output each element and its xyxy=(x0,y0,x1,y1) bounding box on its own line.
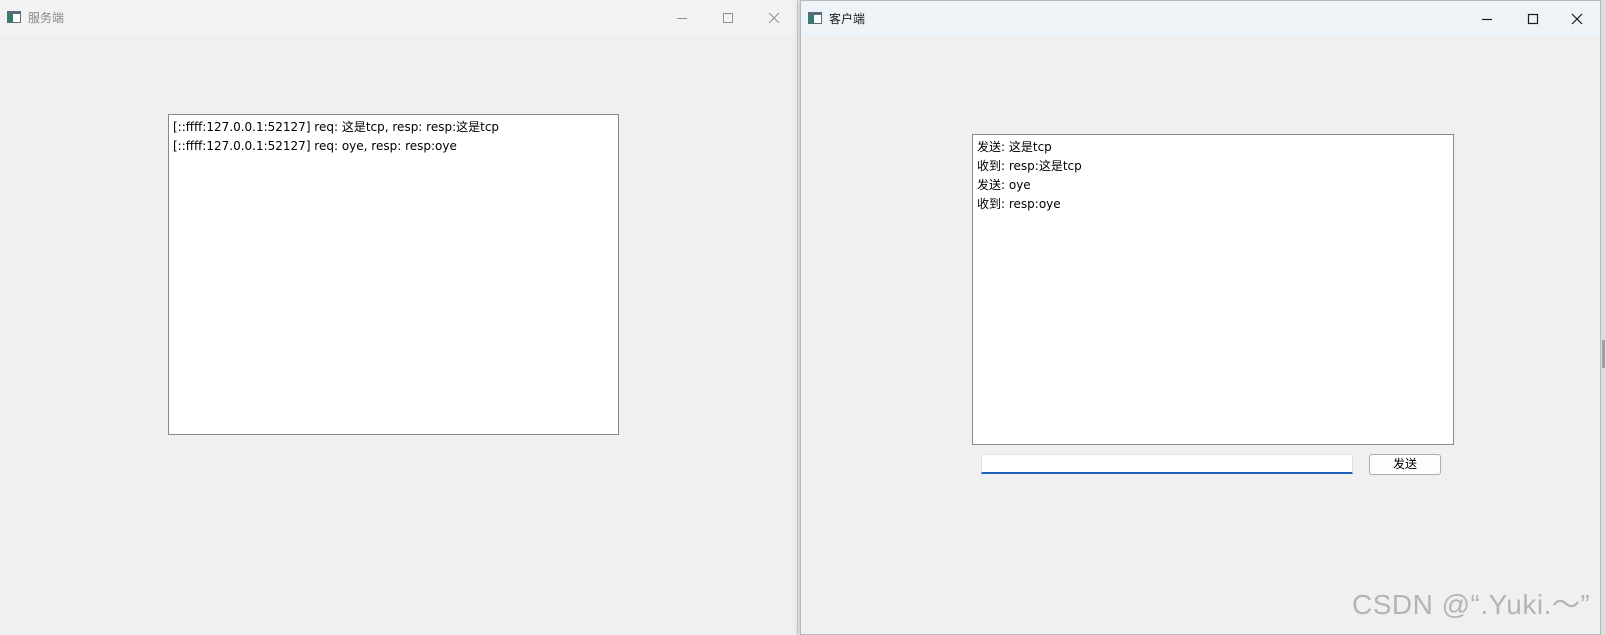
maximize-button[interactable] xyxy=(1510,1,1556,36)
log-line: 收到: resp:这是tcp xyxy=(977,159,1082,173)
log-line: [::ffff:127.0.0.1:52127] req: oye, resp:… xyxy=(173,139,457,153)
send-button[interactable]: 发送 xyxy=(1369,454,1441,475)
log-line: 发送: oye xyxy=(977,178,1031,192)
server-window-title: 服务端 xyxy=(28,11,65,25)
desktop-edge xyxy=(1601,0,1606,635)
client-titlebar[interactable]: 客户端 xyxy=(801,1,1600,36)
close-icon xyxy=(1571,13,1583,24)
client-window-title: 客户端 xyxy=(829,12,866,26)
maximize-icon xyxy=(723,12,733,23)
log-line: 收到: resp:oye xyxy=(977,197,1061,211)
app-window-icon xyxy=(7,11,21,23)
server-log-textarea[interactable]: [::ffff:127.0.0.1:52127] req: 这是tcp, res… xyxy=(168,114,619,435)
server-titlebar[interactable]: 服务端 xyxy=(0,0,797,35)
maximize-button[interactable] xyxy=(705,0,751,35)
close-icon xyxy=(768,12,780,23)
log-line: [::ffff:127.0.0.1:52127] req: 这是tcp, res… xyxy=(173,120,500,134)
client-window: 客户端 发送: 这是tcp 收到: resp:这是tcp 发送: oye 收到:… xyxy=(800,0,1601,635)
close-button[interactable] xyxy=(751,0,797,35)
message-input[interactable] xyxy=(981,454,1353,474)
maximize-icon xyxy=(1527,13,1539,24)
minimize-button[interactable] xyxy=(1464,1,1510,36)
minimize-icon xyxy=(677,17,687,19)
client-log-textarea[interactable]: 发送: 这是tcp 收到: resp:这是tcp 发送: oye 收到: res… xyxy=(972,134,1454,445)
watermark: CSDN @“.Yuki.～” xyxy=(1352,589,1591,620)
close-button[interactable] xyxy=(1554,1,1600,36)
app-window-icon xyxy=(808,12,822,24)
log-line: 发送: 这是tcp xyxy=(977,140,1052,154)
scrollbar-thumb[interactable] xyxy=(1602,340,1605,368)
minimize-icon xyxy=(1482,18,1492,20)
server-window: 服务端 [::ffff:127.0.0.1:52127] req: 这是tcp,… xyxy=(0,0,798,635)
minimize-button[interactable] xyxy=(659,0,705,35)
